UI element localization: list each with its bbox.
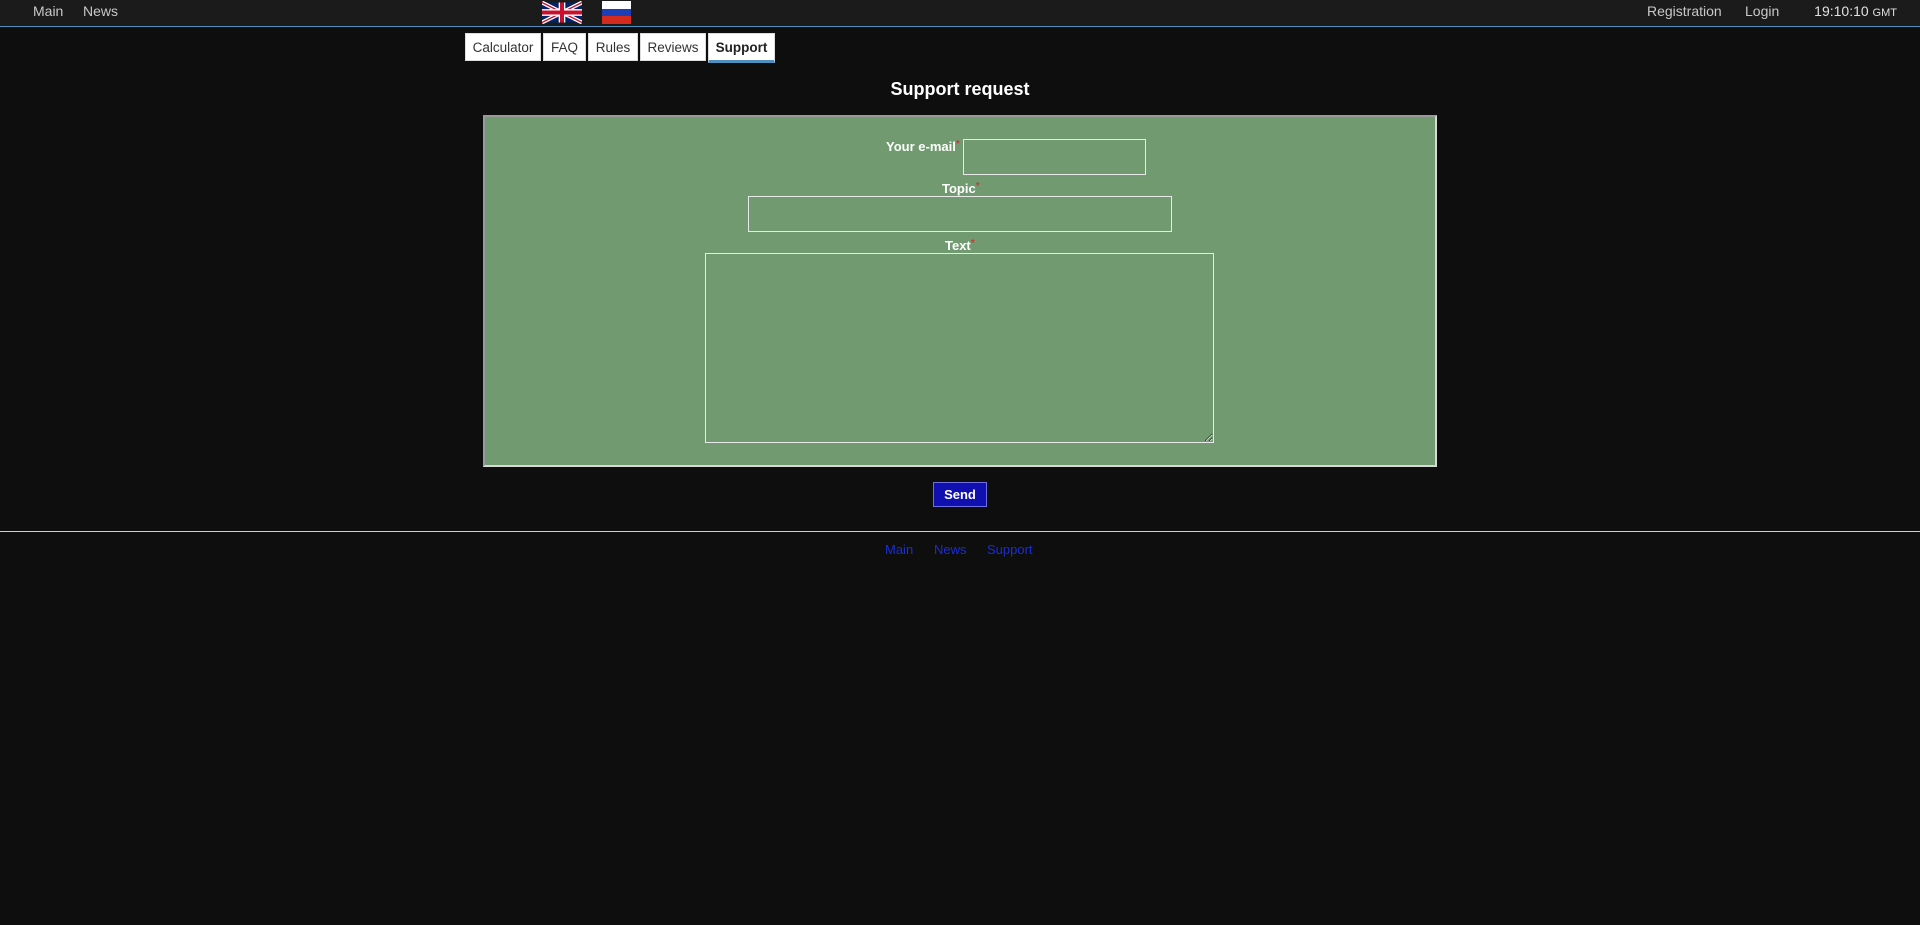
tab-support[interactable]: Support — [708, 33, 775, 63]
server-clock: 19:10:10 GMT — [1814, 3, 1897, 19]
text-label: Text* — [945, 238, 975, 253]
send-button[interactable]: Send — [933, 482, 987, 507]
registration-link[interactable]: Registration — [1647, 3, 1722, 19]
english-flag-icon-graphic — [541, 0, 583, 25]
topic-required-marker: * — [975, 181, 980, 192]
login-link[interactable]: Login — [1745, 3, 1779, 19]
support-form: Your e-mail* Topic* Text* — [483, 115, 1437, 467]
tab-reviews[interactable]: Reviews — [640, 33, 706, 61]
english-flag-icon[interactable] — [541, 0, 583, 29]
russian-flag-icon[interactable] — [602, 1, 631, 29]
email-required-marker: * — [955, 139, 960, 150]
top-bar: Main News Registration Login 19:10:10 GM… — [0, 0, 1920, 27]
footer-support-link[interactable]: Support — [987, 542, 1033, 557]
topic-label: Topic* — [942, 181, 980, 196]
tab-faq[interactable]: FAQ — [543, 33, 586, 61]
page-title: Support request — [890, 79, 1030, 99]
topic-label-text: Topic — [942, 181, 976, 196]
email-field[interactable] — [963, 139, 1146, 175]
footer-divider — [0, 531, 1920, 532]
email-label-text: Your e-mail — [886, 139, 956, 154]
tab-calculator[interactable]: Calculator — [465, 33, 541, 61]
footer-news-link[interactable]: News — [934, 542, 967, 557]
russian-flag-icon-graphic — [602, 1, 631, 24]
nav-news-link[interactable]: News — [83, 3, 118, 19]
email-label: Your e-mail* — [886, 139, 960, 154]
topic-field[interactable] — [748, 196, 1172, 232]
nav-main-link[interactable]: Main — [33, 3, 63, 19]
clock-zone: GMT — [1872, 7, 1897, 19]
text-label-text: Text — [945, 238, 971, 253]
footer-main-link[interactable]: Main — [885, 542, 913, 557]
clock-time: 19:10:10 — [1814, 3, 1869, 19]
tab-rules[interactable]: Rules — [588, 33, 638, 61]
text-required-marker: * — [970, 238, 975, 249]
message-textarea[interactable] — [705, 253, 1214, 443]
